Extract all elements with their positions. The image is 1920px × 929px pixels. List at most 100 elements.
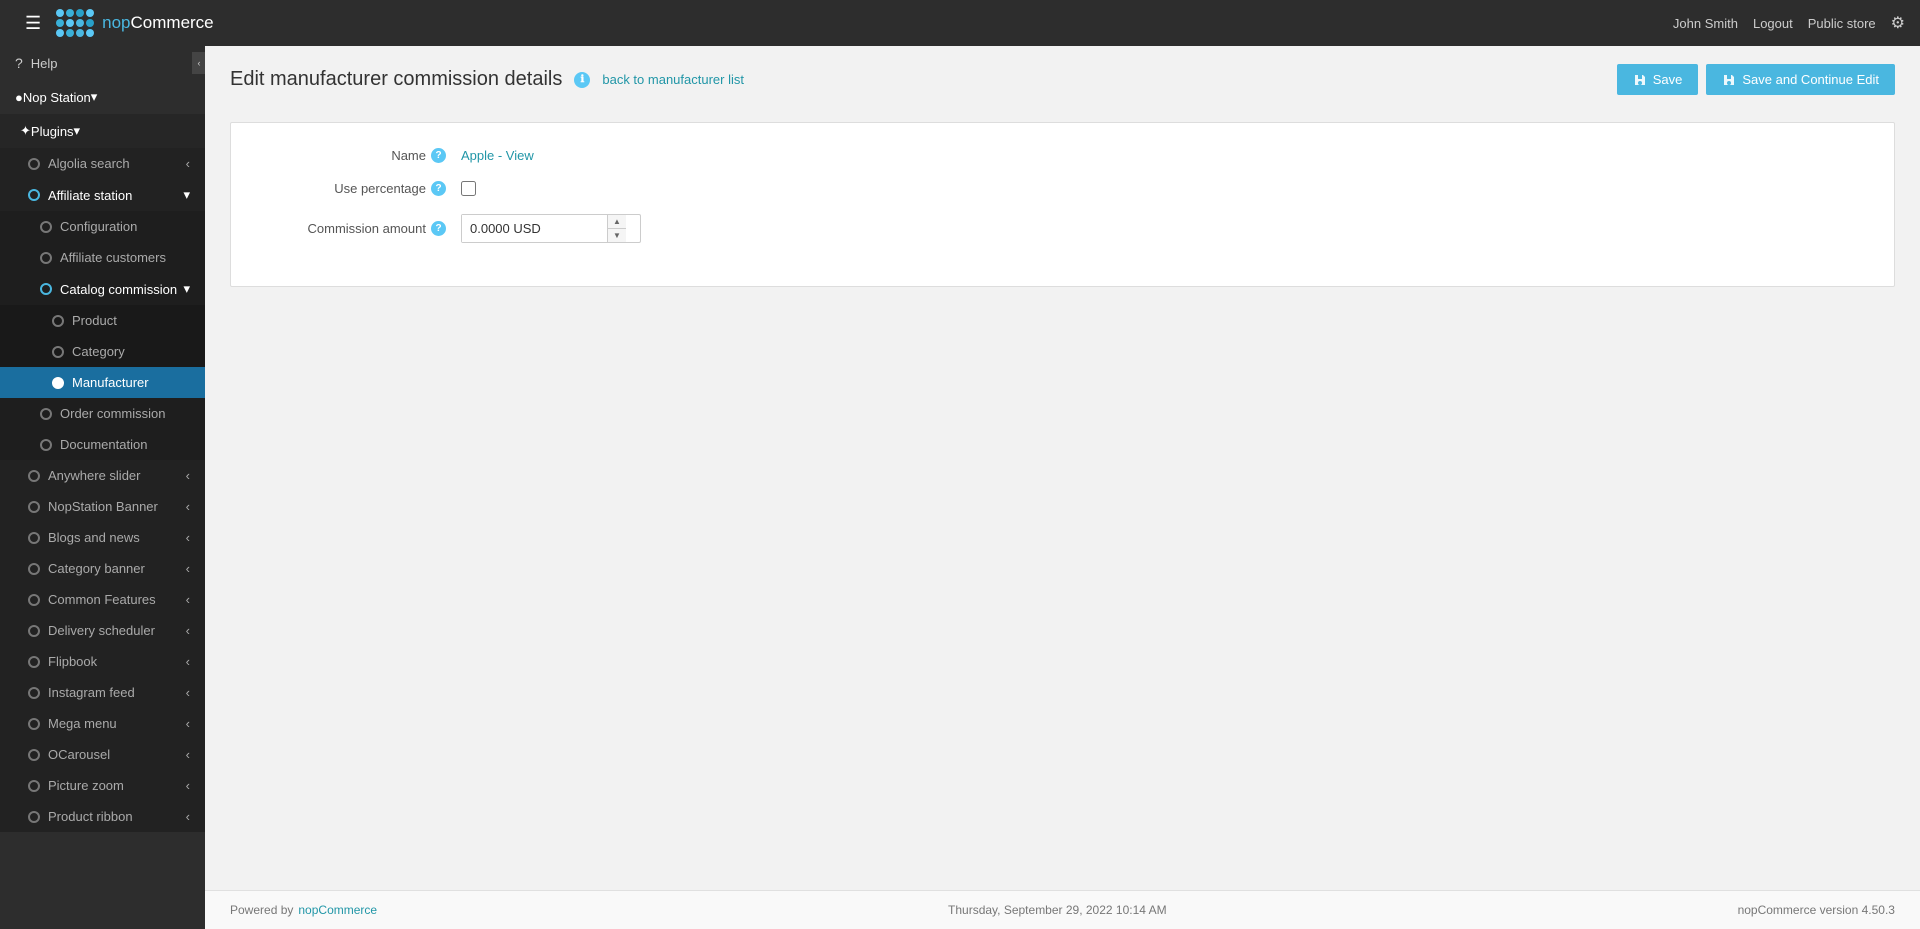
circle-icon xyxy=(28,158,40,170)
name-link[interactable]: Apple - View xyxy=(461,148,534,163)
sidebar-item-category[interactable]: Category xyxy=(0,336,205,367)
commission-amount-input[interactable] xyxy=(462,215,607,242)
page-header: Edit manufacturer commission details ℹ b… xyxy=(205,46,1920,107)
form-row-commission-amount: Commission amount ? ▲ ▼ xyxy=(261,214,1864,243)
circle-icon xyxy=(28,594,40,606)
commission-amount-help-tooltip[interactable]: ? xyxy=(431,221,446,236)
sidebar-item-label: Flipbook xyxy=(48,654,97,669)
sidebar-item-delivery-scheduler[interactable]: Delivery scheduler ‹ xyxy=(0,615,205,646)
circle-icon xyxy=(40,252,52,264)
sidebar-item-anywhere-slider[interactable]: Anywhere slider ‹ xyxy=(0,460,205,491)
logout-link[interactable]: Logout xyxy=(1753,16,1793,31)
circle-icon xyxy=(28,718,40,730)
circle-icon xyxy=(28,811,40,823)
save-and-continue-button[interactable]: Save and Continue Edit xyxy=(1706,64,1895,95)
sidebar-item-affiliate-station[interactable]: Affiliate station ▾ xyxy=(0,179,205,211)
sidebar-item-help[interactable]: ? Help ‹ xyxy=(0,46,205,80)
settings-icon[interactable]: ⚙ xyxy=(1891,13,1905,33)
plugins-icon: ✦ xyxy=(20,123,31,139)
sidebar-item-flipbook[interactable]: Flipbook ‹ xyxy=(0,646,205,677)
chevron-down-icon: ▾ xyxy=(183,281,190,297)
sidebar-item-label: Configuration xyxy=(60,219,137,234)
chevron-left-icon: ‹ xyxy=(186,530,190,545)
username-label: John Smith xyxy=(1673,16,1738,31)
sidebar-item-algolia-search[interactable]: Algolia search ‹ xyxy=(0,148,205,179)
form-row-use-percentage: Use percentage ? xyxy=(261,181,1864,196)
sidebar-item-plugins[interactable]: ✦ Plugins ▾ xyxy=(0,114,205,148)
use-percentage-value xyxy=(461,181,1864,196)
circle-icon xyxy=(40,439,52,451)
sidebar-item-label: Blogs and news xyxy=(48,530,140,545)
circle-icon xyxy=(52,346,64,358)
chevron-down-icon: ▾ xyxy=(74,123,81,139)
circle-icon xyxy=(28,532,40,544)
sidebar-item-category-banner[interactable]: Category banner ‹ xyxy=(0,553,205,584)
logo: nopCommerce xyxy=(56,9,1673,37)
sidebar-item-affiliate-customers[interactable]: Affiliate customers xyxy=(0,242,205,273)
circle-icon xyxy=(28,780,40,792)
public-store-link[interactable]: Public store xyxy=(1808,16,1876,31)
circle-icon xyxy=(28,501,40,513)
sidebar-item-picture-zoom[interactable]: Picture zoom ‹ xyxy=(0,770,205,801)
spinner-down-button[interactable]: ▼ xyxy=(608,228,626,242)
name-value: Apple - View xyxy=(461,148,1864,163)
sidebar-item-nop-station[interactable]: ● Nop Station ▾ xyxy=(0,80,205,114)
sidebar-item-manufacturer[interactable]: Manufacturer xyxy=(0,367,205,398)
sidebar-item-label: Algolia search xyxy=(48,156,130,171)
spinner-up-button[interactable]: ▲ xyxy=(608,215,626,228)
sidebar-item-blogs-and-news[interactable]: Blogs and news ‹ xyxy=(0,522,205,553)
sidebar-item-nopstation-banner[interactable]: NopStation Banner ‹ xyxy=(0,491,205,522)
use-percentage-checkbox[interactable] xyxy=(461,181,476,196)
sidebar-item-label: Anywhere slider xyxy=(48,468,141,483)
footer: Powered by nopCommerce Thursday, Septemb… xyxy=(205,890,1920,929)
sidebar-item-order-commission[interactable]: Order commission xyxy=(0,398,205,429)
circle-icon xyxy=(40,408,52,420)
sidebar-item-label: NopStation Banner xyxy=(48,499,158,514)
sidebar-item-label: Category xyxy=(72,344,125,359)
sidebar-item-ocarousel[interactable]: OCarousel ‹ xyxy=(0,739,205,770)
sidebar-item-label: Picture zoom xyxy=(48,778,124,793)
chevron-left-icon: ‹ xyxy=(186,747,190,762)
sidebar-item-label: Mega menu xyxy=(48,716,117,731)
chevron-left-icon: ‹ xyxy=(186,623,190,638)
name-help-tooltip[interactable]: ? xyxy=(431,148,446,163)
sidebar-item-common-features[interactable]: Common Features ‹ xyxy=(0,584,205,615)
sidebar-item-product-ribbon[interactable]: Product ribbon ‹ xyxy=(0,801,205,832)
sidebar-item-configuration[interactable]: Configuration xyxy=(0,211,205,242)
use-percentage-label: Use percentage ? xyxy=(261,181,461,196)
top-right-nav: John Smith Logout Public store ⚙ xyxy=(1673,13,1905,33)
commission-amount-value: ▲ ▼ xyxy=(461,214,1864,243)
circle-icon xyxy=(40,283,52,295)
circle-icon xyxy=(28,625,40,637)
sidebar-item-instagram-feed[interactable]: Instagram feed ‹ xyxy=(0,677,205,708)
form-row-name: Name ? Apple - View xyxy=(261,148,1864,163)
sidebar-item-product[interactable]: Product xyxy=(0,305,205,336)
sidebar-item-mega-menu[interactable]: Mega menu ‹ xyxy=(0,708,205,739)
number-spinners: ▲ ▼ xyxy=(607,215,626,242)
circle-icon xyxy=(28,563,40,575)
collapse-arrow[interactable]: ‹ xyxy=(192,52,205,74)
chevron-down-icon: ▾ xyxy=(183,187,190,203)
commission-amount-label: Commission amount ? xyxy=(261,221,461,236)
nop-station-icon: ● xyxy=(15,90,23,105)
sidebar-item-documentation[interactable]: Documentation xyxy=(0,429,205,460)
sidebar-item-label: Instagram feed xyxy=(48,685,135,700)
use-percentage-help-tooltip[interactable]: ? xyxy=(431,181,446,196)
catalog-commission-subitems: Product Category Manufacturer xyxy=(0,305,205,398)
footer-nopcommerce-link[interactable]: nopCommerce xyxy=(298,903,377,917)
commission-amount-input-wrapper: ▲ ▼ xyxy=(461,214,641,243)
top-navbar: ☰ nopCommerce John Smith Logout Public s… xyxy=(0,0,1920,46)
chevron-left-icon: ‹ xyxy=(186,561,190,576)
sidebar-item-catalog-commission[interactable]: Catalog commission ▾ xyxy=(0,273,205,305)
circle-icon xyxy=(28,656,40,668)
chevron-left-icon: ‹ xyxy=(186,778,190,793)
save-button[interactable]: Save xyxy=(1617,64,1699,95)
sidebar-item-label: Delivery scheduler xyxy=(48,623,155,638)
back-to-manufacturer-list-link[interactable]: back to manufacturer list xyxy=(602,72,744,87)
circle-icon xyxy=(28,687,40,699)
hamburger-button[interactable]: ☰ xyxy=(15,8,51,39)
sidebar-item-label: Plugins xyxy=(31,124,74,139)
chevron-left-icon: ‹ xyxy=(186,654,190,669)
save-icon xyxy=(1633,73,1647,87)
sidebar-item-label: Product ribbon xyxy=(48,809,133,824)
